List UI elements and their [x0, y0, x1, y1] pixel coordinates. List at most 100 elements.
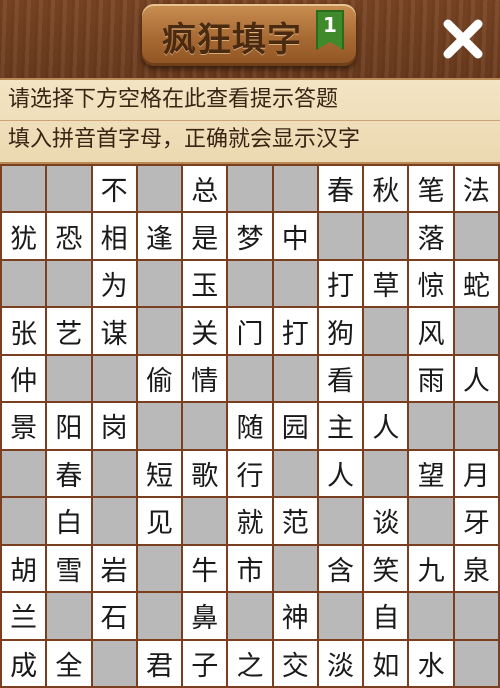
grid-cell[interactable]: 如 [364, 640, 408, 686]
grid-cell-empty[interactable] [454, 403, 498, 449]
grid-cell-empty[interactable] [364, 213, 408, 259]
grid-cell[interactable]: 就 [228, 498, 272, 544]
grid-cell[interactable]: 随 [228, 403, 272, 449]
grid-cell[interactable]: 见 [137, 498, 182, 544]
grid-cell[interactable]: 泉 [454, 545, 498, 592]
grid-cell-empty[interactable] [364, 355, 408, 402]
grid-cell-empty[interactable] [92, 355, 136, 402]
grid-cell-empty[interactable] [47, 260, 91, 307]
grid-cell-empty[interactable] [409, 498, 453, 544]
grid-cell[interactable]: 仲 [2, 355, 46, 402]
grid-cell-empty[interactable] [183, 403, 227, 449]
grid-cell-empty[interactable] [318, 593, 363, 639]
grid-cell-empty[interactable] [137, 308, 182, 354]
grid-cell-empty[interactable] [273, 355, 317, 402]
grid-cell[interactable]: 短 [137, 450, 182, 497]
grid-cell[interactable]: 子 [183, 640, 227, 686]
grid-cell-empty[interactable] [364, 450, 408, 497]
grid-cell[interactable]: 成 [2, 640, 46, 686]
grid-cell-empty[interactable] [228, 260, 272, 307]
grid-cell[interactable]: 交 [273, 640, 317, 686]
grid-cell-empty[interactable] [47, 593, 91, 639]
grid-cell[interactable]: 淡 [318, 640, 363, 686]
grid-cell[interactable]: 春 [47, 450, 91, 497]
grid-cell-empty[interactable] [273, 450, 317, 497]
grid-cell[interactable]: 主 [318, 403, 363, 449]
grid-cell-empty[interactable] [364, 308, 408, 354]
grid-cell[interactable]: 风 [409, 308, 453, 354]
grid-cell[interactable]: 行 [228, 450, 272, 497]
grid-cell[interactable]: 门 [228, 308, 272, 354]
grid-cell[interactable]: 为 [92, 260, 136, 307]
grid-cell[interactable]: 打 [318, 260, 363, 307]
grid-cell-empty[interactable] [183, 498, 227, 544]
grid-cell[interactable]: 白 [47, 498, 91, 544]
grid-cell[interactable]: 恐 [47, 213, 91, 259]
grid-cell[interactable]: 之 [228, 640, 272, 686]
grid-cell[interactable]: 人 [364, 403, 408, 449]
grid-cell-empty[interactable] [137, 166, 182, 212]
grid-cell[interactable]: 不 [92, 166, 136, 212]
grid-cell[interactable]: 水 [409, 640, 453, 686]
grid-cell[interactable]: 笑 [364, 545, 408, 592]
close-button[interactable] [440, 16, 486, 62]
grid-cell[interactable]: 市 [228, 545, 272, 592]
grid-cell[interactable]: 相 [92, 213, 136, 259]
grid-cell-empty[interactable] [409, 403, 453, 449]
grid-cell[interactable]: 自 [364, 593, 408, 639]
grid-cell[interactable]: 含 [318, 545, 363, 592]
grid-cell-empty[interactable] [318, 498, 363, 544]
grid-cell[interactable]: 艺 [47, 308, 91, 354]
grid-cell[interactable]: 春 [318, 166, 363, 212]
grid-cell[interactable]: 园 [273, 403, 317, 449]
grid-cell[interactable]: 景 [2, 403, 46, 449]
grid-cell[interactable]: 人 [454, 355, 498, 402]
grid-cell[interactable]: 牙 [454, 498, 498, 544]
grid-cell-empty[interactable] [137, 260, 182, 307]
grid-cell[interactable]: 笔 [409, 166, 453, 212]
grid-cell[interactable]: 望 [409, 450, 453, 497]
grid-cell[interactable]: 惊 [409, 260, 453, 307]
grid-cell[interactable]: 秋 [364, 166, 408, 212]
grid-cell-empty[interactable] [137, 403, 182, 449]
grid-cell-empty[interactable] [454, 308, 498, 354]
grid-cell[interactable]: 雨 [409, 355, 453, 402]
grid-cell-empty[interactable] [2, 450, 46, 497]
grid-cell[interactable]: 兰 [2, 593, 46, 639]
grid-cell[interactable]: 看 [318, 355, 363, 402]
grid-cell[interactable]: 玉 [183, 260, 227, 307]
grid-cell[interactable]: 范 [273, 498, 317, 544]
grid-cell-empty[interactable] [228, 166, 272, 212]
grid-cell[interactable]: 中 [273, 213, 317, 259]
grid-cell-empty[interactable] [92, 450, 136, 497]
grid-cell-empty[interactable] [454, 593, 498, 639]
grid-cell[interactable]: 狗 [318, 308, 363, 354]
grid-cell-empty[interactable] [92, 640, 136, 686]
grid-cell[interactable]: 胡 [2, 545, 46, 592]
grid-cell[interactable]: 牛 [183, 545, 227, 592]
grid-cell[interactable]: 石 [92, 593, 136, 639]
grid-cell[interactable]: 九 [409, 545, 453, 592]
grid-cell[interactable]: 人 [318, 450, 363, 497]
grid-cell[interactable]: 情 [183, 355, 227, 402]
grid-cell-empty[interactable] [273, 545, 317, 592]
grid-cell[interactable]: 歌 [183, 450, 227, 497]
grid-cell-empty[interactable] [47, 166, 91, 212]
grid-cell[interactable]: 打 [273, 308, 317, 354]
grid-cell-empty[interactable] [273, 166, 317, 212]
grid-cell[interactable]: 雪 [47, 545, 91, 592]
grid-cell[interactable]: 岗 [92, 403, 136, 449]
grid-cell[interactable]: 鼻 [183, 593, 227, 639]
grid-cell-empty[interactable] [137, 545, 182, 592]
grid-cell[interactable]: 逢 [137, 213, 182, 259]
grid-cell-empty[interactable] [228, 355, 272, 402]
grid-cell[interactable]: 月 [454, 450, 498, 497]
grid-cell-empty[interactable] [409, 593, 453, 639]
grid-cell[interactable]: 谋 [92, 308, 136, 354]
grid-cell[interactable]: 关 [183, 308, 227, 354]
grid-cell[interactable]: 草 [364, 260, 408, 307]
grid-cell-empty[interactable] [47, 355, 91, 402]
grid-cell-empty[interactable] [454, 213, 498, 259]
grid-cell[interactable]: 法 [454, 166, 498, 212]
grid-cell-empty[interactable] [137, 593, 182, 639]
